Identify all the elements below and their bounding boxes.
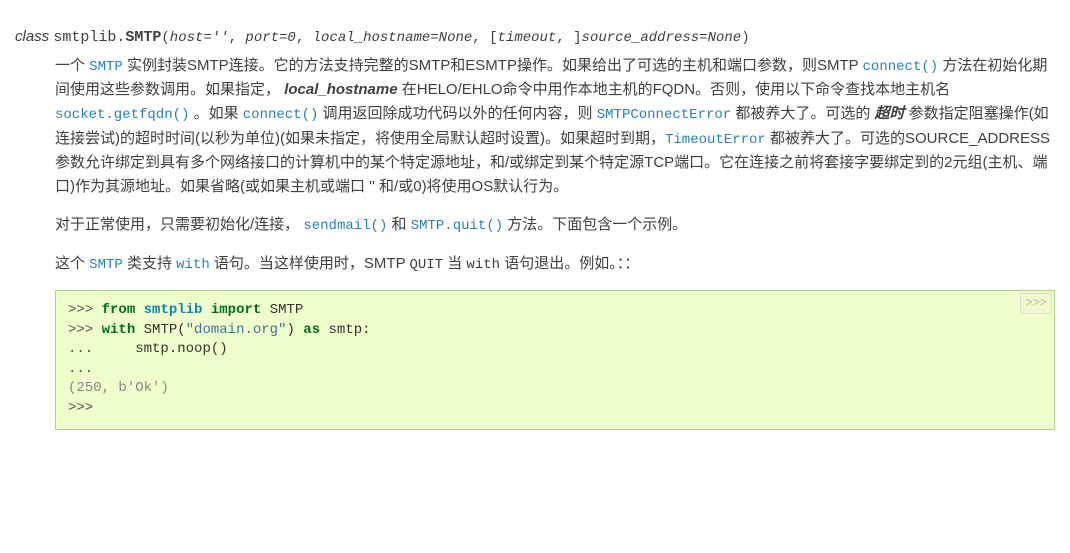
getfqdn-link[interactable]: socket.getfqdn() [55, 107, 189, 123]
copy-prompts-button[interactable]: >>> [1020, 293, 1052, 314]
smtp-link-2[interactable]: SMTP [89, 257, 123, 273]
class-name: SMTP [125, 29, 161, 46]
desc-para-2: 对于正常使用，只需要初始化/连接， sendmail() 和 SMTP.quit… [55, 213, 1055, 237]
smtpconnecterror-link[interactable]: SMTPConnectError [597, 107, 731, 123]
paren-open: ( [161, 30, 169, 46]
bracket-close: ] [573, 30, 581, 46]
quit-code: QUIT [409, 257, 443, 273]
local-hostname-em: local_hostname [284, 81, 397, 98]
connect-link-2[interactable]: connect() [243, 107, 319, 123]
with-code: with [466, 257, 500, 273]
class-description: 一个 SMTP 实例封装SMTP连接。它的方法支持完整的SMTP和ESMTP操作… [55, 54, 1055, 430]
paren-close: ) [741, 30, 749, 46]
code-block: >>> >>> from smtplib import SMTP >>> wit… [55, 290, 1055, 430]
class-signature: class smtplib.SMTP(host='', port=0, loca… [15, 25, 1055, 50]
param-timeout: timeout [498, 30, 557, 46]
code-pre: >>> from smtplib import SMTP >>> with SM… [68, 301, 1042, 419]
param-local-hostname: local_hostname=None [313, 30, 473, 46]
param-port: port=0 [245, 30, 295, 46]
module-name: smtplib. [53, 29, 125, 46]
bracket-open: [ [489, 30, 497, 46]
timeouterror-link[interactable]: TimeoutError [665, 132, 766, 148]
sendmail-link[interactable]: sendmail() [303, 218, 387, 234]
param-host: host='' [170, 30, 229, 46]
with-link[interactable]: with [176, 257, 210, 273]
connect-link[interactable]: connect() [863, 59, 939, 75]
desc-para-1: 一个 SMTP 实例封装SMTP连接。它的方法支持完整的SMTP和ESMTP操作… [55, 54, 1055, 199]
timeout-em: 超时 [875, 105, 905, 122]
desc-para-3: 这个 SMTP 类支持 with 语句。当这样使用时，SMTP QUIT 当 w… [55, 252, 1055, 276]
class-keyword: class [15, 28, 49, 45]
param-source-address: source_address=None [582, 30, 742, 46]
quit-link[interactable]: SMTP.quit() [411, 218, 503, 234]
smtp-link[interactable]: SMTP [89, 59, 123, 75]
